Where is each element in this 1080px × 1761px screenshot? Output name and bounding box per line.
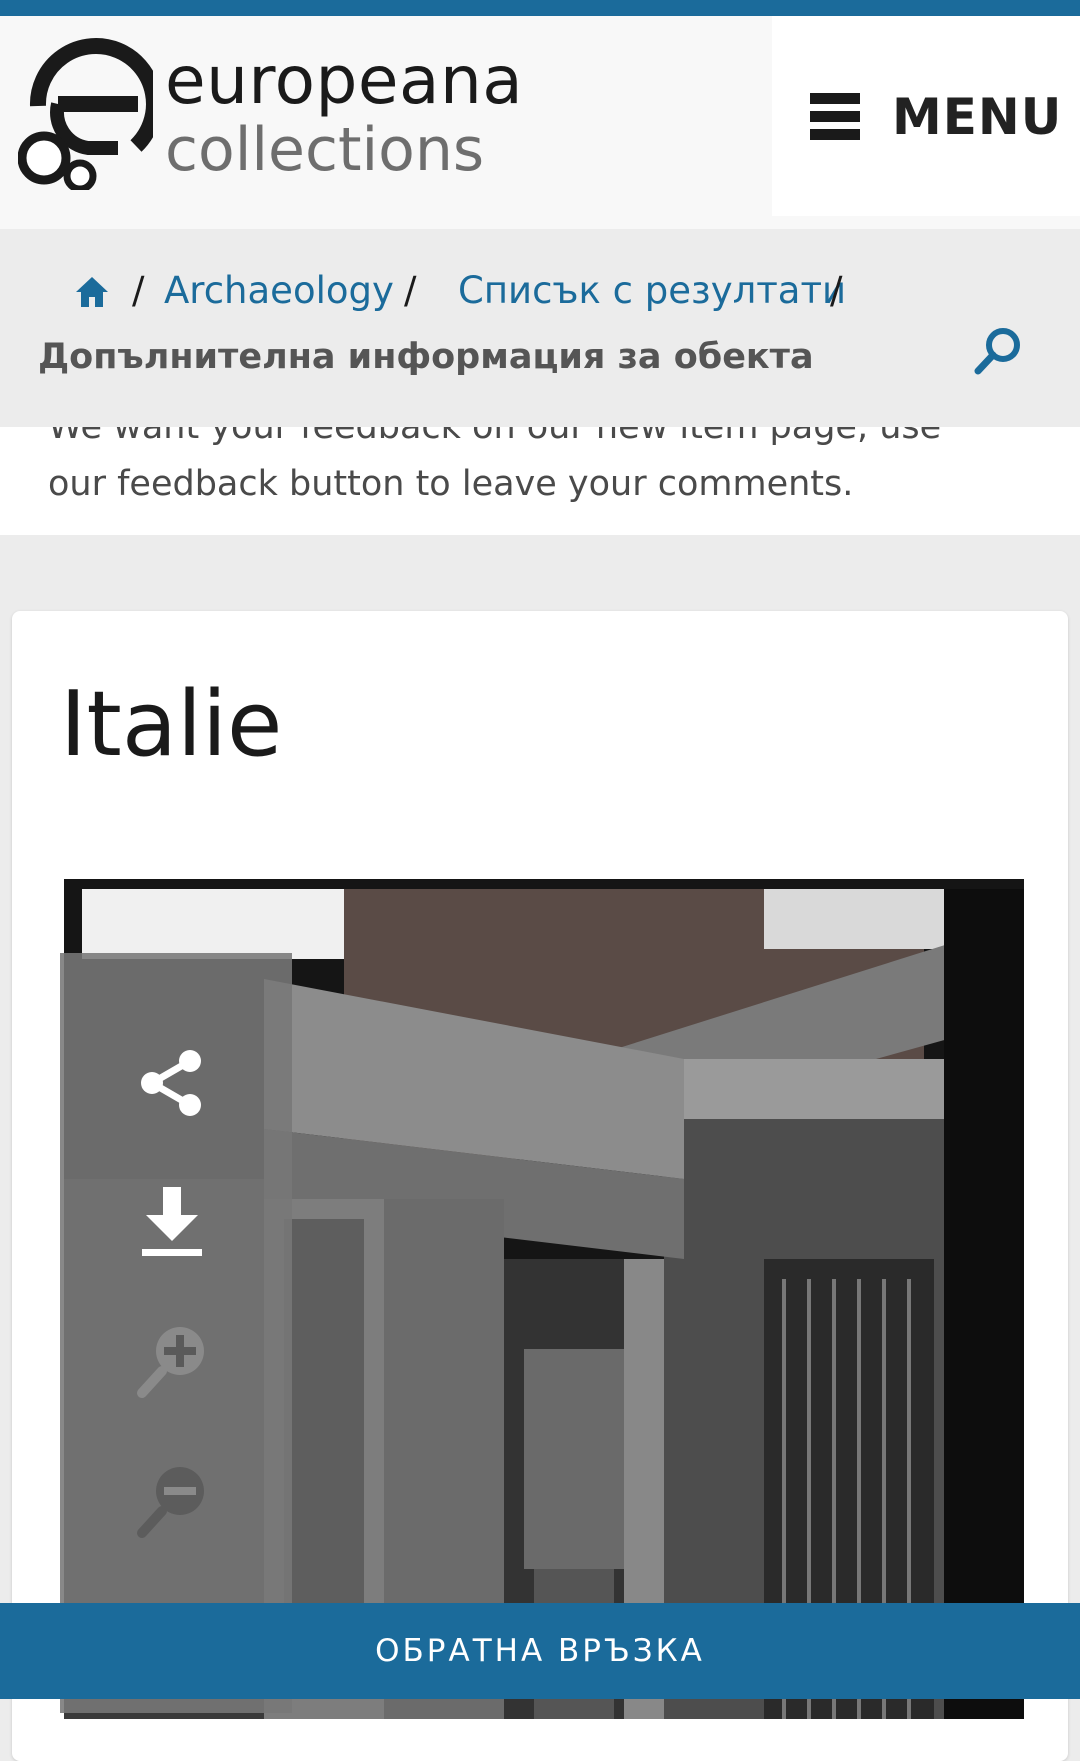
breadcrumb-current-page: Допълнителна информация за обекта [38,337,814,377]
image-toolbar [60,953,292,1713]
breadcrumb-separator: / [404,269,417,312]
zoom-in-icon[interactable] [132,1321,212,1401]
europeana-logo-icon [17,38,162,193]
feedback-button[interactable]: ОБРАТНА ВРЪЗКА [0,1603,1080,1699]
item-title: Italie [60,672,283,777]
top-accent-bar [0,0,1080,16]
menu-label: MENU [892,88,1063,146]
breadcrumb: / Archaeology / Списък с резултати / Доп… [0,229,1080,427]
zoom-out-icon[interactable] [132,1461,212,1541]
breadcrumb-link-archaeology[interactable]: Archaeology [164,267,394,315]
home-icon[interactable] [74,275,110,309]
breadcrumb-separator: / [830,269,843,312]
search-icon[interactable] [972,325,1024,377]
logo-text-collections: collections [165,115,485,185]
breadcrumb-separator: / [132,269,145,312]
feedback-notice: We want your feedback on our new item pa… [0,427,1080,535]
breadcrumb-link-results[interactable]: Списък с резултати [458,267,846,315]
logo-text-europeana: europeana [165,42,524,119]
share-icon[interactable] [132,1043,212,1123]
item-card: Italie [12,611,1068,1761]
europeana-logo[interactable] [17,38,162,194]
hamburger-icon [810,93,860,141]
feedback-button-label: ОБРАТНА ВРЪЗКА [375,1633,705,1669]
feedback-notice-text: We want your feedback on our new item pa… [48,427,942,504]
download-icon[interactable] [132,1183,212,1263]
menu-button[interactable]: MENU [810,86,1061,148]
